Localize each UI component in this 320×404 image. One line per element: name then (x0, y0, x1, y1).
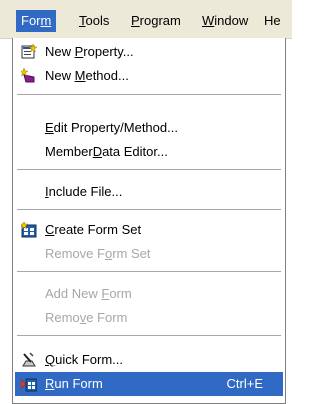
menu-separator (17, 271, 281, 272)
menu-item-label: Run Form (45, 376, 103, 391)
mnemonic-letter: o (104, 246, 113, 261)
mnemonic-letter: M (74, 68, 86, 83)
menu-item-add-new-form[interactable]: Add New Form (15, 282, 283, 306)
menu-item-edit-property-method[interactable]: Edit Property/Method... (15, 116, 283, 140)
quick-form-icon (21, 352, 37, 368)
menu-separator (17, 209, 281, 210)
menu-item-label: New Property... (45, 44, 134, 59)
mnemonic-letter: R (45, 376, 55, 391)
mnemonic-letter: T (79, 13, 86, 28)
new-method-icon (19, 67, 37, 84)
menu-item-label: Remove Form Set (45, 246, 151, 261)
shortcut-label: Ctrl+E (226, 376, 263, 391)
menu-tools[interactable]: Tools (74, 10, 114, 32)
menu-item-label: New Method... (45, 68, 129, 83)
mnemonic-letter: E (45, 120, 54, 135)
menu-item-include-file[interactable]: Include File... (15, 180, 283, 204)
menu-item-quick-form[interactable]: Quick Form... (15, 348, 283, 372)
menu-item-label: Create Form Set (45, 222, 142, 237)
menu-item-create-form-set[interactable]: Create Form Set (15, 218, 283, 242)
menu-item-label: Include File... (45, 184, 123, 199)
menu-program[interactable]: Program (126, 10, 186, 32)
menu-item-new-method[interactable]: New Method... (15, 64, 283, 88)
mnemonic-letter: I (45, 184, 49, 199)
menu-item-remove-form[interactable]: Remove Form (15, 306, 283, 330)
menu-item-remove-form-set[interactable]: Remove Form Set (15, 242, 283, 266)
mnemonic-letter: W (202, 13, 215, 28)
menu-separator (17, 335, 281, 336)
mnemonic-letter: v (79, 310, 87, 325)
mnemonic-letter: D (92, 144, 103, 159)
run-form-icon (20, 376, 38, 392)
mnemonic-letter: P (131, 13, 140, 28)
menu-separator (17, 94, 281, 95)
menu-item-new-property[interactable]: New Property... (15, 40, 283, 64)
mnemonic-letter: C (45, 222, 55, 237)
menu-item-label: Remove Form (45, 310, 128, 325)
menu-item-run-form[interactable]: Run Form Ctrl+E (15, 372, 283, 396)
mnemonic-letter: P (74, 44, 84, 59)
menu-item-label: MemberData Editor... (45, 144, 168, 159)
menu-help[interactable]: He (259, 10, 286, 32)
menu-bar: Form Tools Program Window He (0, 0, 292, 39)
menu-item-memberdata-editor[interactable]: MemberData Editor... (15, 140, 283, 164)
create-form-set-icon (19, 220, 37, 238)
form-menu-dropdown: New Property... New Method... Edit Prope… (12, 38, 286, 404)
mnemonic-letter: m (40, 13, 52, 28)
menu-window[interactable]: Window (197, 10, 253, 32)
menu-form[interactable]: Form (16, 10, 57, 32)
new-property-icon (21, 43, 38, 60)
menu-separator (17, 169, 281, 170)
mnemonic-letter: Q (45, 352, 56, 367)
mnemonic-letter: F (101, 286, 110, 301)
menu-item-label: Add New Form (45, 286, 132, 301)
menu-item-label: Edit Property/Method... (45, 120, 178, 135)
menu-item-label: Quick Form... (45, 352, 124, 367)
